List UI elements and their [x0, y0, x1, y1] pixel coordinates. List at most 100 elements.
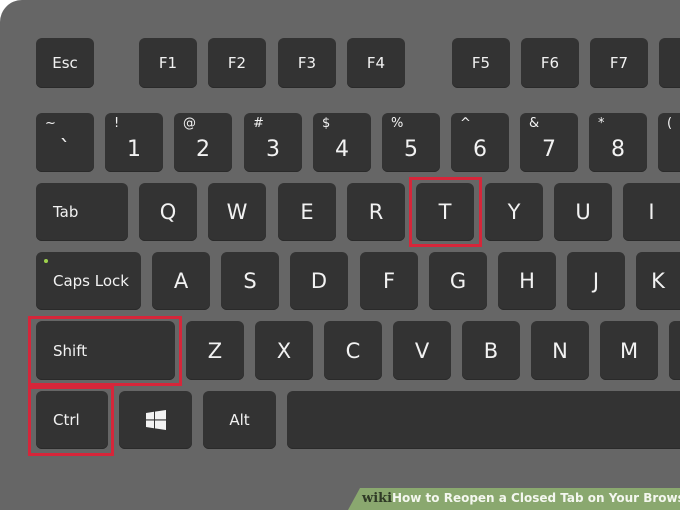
key-main-symbol: 6	[473, 137, 487, 162]
key-h[interactable]: H	[498, 252, 556, 310]
key-d[interactable]: D	[290, 252, 348, 310]
key-label: E	[300, 200, 314, 224]
key-8[interactable]: * 8	[589, 113, 647, 172]
key-main-symbol: 7	[542, 137, 556, 162]
key-partial[interactable]	[669, 321, 680, 380]
banner-title: How to Reopen a Closed Tab on Your Brows…	[392, 491, 680, 505]
key-label: Alt	[229, 411, 250, 429]
key-4[interactable]: $4	[313, 113, 371, 172]
key-s[interactable]: S	[221, 252, 279, 310]
key-label: G	[449, 269, 467, 293]
key-main-symbol: 5	[404, 137, 418, 162]
key-partial[interactable]: (	[658, 113, 680, 172]
key-label: F4	[366, 54, 386, 72]
key-label: F3	[297, 54, 317, 72]
key-label: B	[483, 338, 499, 363]
key-label: Y	[507, 200, 521, 224]
key-shift-symbol: @	[183, 116, 196, 131]
key-w[interactable]: W	[208, 183, 266, 241]
key-f1[interactable]: F1	[139, 38, 197, 88]
key-2[interactable]: @2	[174, 113, 232, 172]
key-v[interactable]: V	[393, 321, 451, 380]
key-shift-symbol: ~	[45, 116, 56, 131]
key-n[interactable]: N	[531, 321, 589, 380]
key-3[interactable]: #3	[244, 113, 302, 172]
key-shift-symbol: ^	[460, 116, 471, 131]
key-f5[interactable]: F5	[452, 38, 510, 88]
highlight-box-t	[409, 177, 482, 247]
key-g[interactable]: G	[429, 252, 487, 310]
key-label: F7	[609, 54, 629, 72]
caps-lock-led	[44, 259, 48, 263]
key-f4[interactable]: F4	[347, 38, 405, 88]
key-y[interactable]: Y	[485, 183, 543, 241]
key-label: Z	[207, 338, 223, 363]
key-label: Caps Lock	[53, 272, 129, 290]
key-windows[interactable]	[119, 391, 192, 449]
key-label: W	[226, 200, 248, 224]
key-`[interactable]: ~ `	[36, 113, 94, 172]
key-e[interactable]: E	[278, 183, 336, 241]
key-f6[interactable]: F6	[521, 38, 579, 88]
key-label: F6	[540, 54, 560, 72]
key-label: S	[243, 269, 257, 293]
key-main-symbol: 8	[611, 137, 625, 162]
key-f[interactable]: F	[360, 252, 418, 310]
key-q[interactable]: Q	[139, 183, 197, 241]
key-z[interactable]: Z	[186, 321, 244, 380]
key-label: U	[575, 200, 591, 224]
key-7[interactable]: & 7	[520, 113, 578, 172]
key-partial[interactable]	[659, 38, 680, 88]
highlight-box-shift	[28, 316, 182, 386]
key-x[interactable]: X	[255, 321, 313, 380]
key-j[interactable]: J	[567, 252, 625, 310]
key-label: F2	[227, 54, 247, 72]
key-label: K	[651, 269, 665, 293]
key-shift-symbol: !	[114, 116, 120, 131]
key-6[interactable]: ^ 6	[451, 113, 509, 172]
key-label: D	[310, 269, 328, 293]
key-label: F1	[158, 54, 178, 72]
key-main-symbol: 1	[127, 137, 141, 162]
key-k[interactable]: K	[636, 252, 680, 310]
key-label: F	[382, 269, 396, 293]
key-f7[interactable]: F7	[590, 38, 648, 88]
key-label: F5	[471, 54, 491, 72]
key-main-symbol: 3	[266, 137, 280, 162]
key-label: Q	[159, 200, 177, 224]
key-f3[interactable]: F3	[278, 38, 336, 88]
highlight-box-ctrl	[28, 386, 114, 456]
key-label: V	[414, 338, 430, 363]
key-shift-symbol: #	[253, 116, 264, 131]
key-label: C	[345, 338, 361, 363]
key-i[interactable]: I	[623, 183, 680, 241]
key-space[interactable]	[287, 391, 680, 449]
key-shift-symbol: *	[598, 116, 605, 131]
key-shift-symbol: $	[322, 116, 331, 131]
key-label: H	[519, 269, 535, 293]
key-b[interactable]: B	[462, 321, 520, 380]
key-alt[interactable]: Alt	[203, 391, 276, 449]
key-label: X	[276, 338, 292, 363]
key-main-symbol: 2	[196, 137, 210, 162]
key-a[interactable]: A	[152, 252, 210, 310]
key-label: I	[648, 200, 655, 224]
key-5[interactable]: % 5	[382, 113, 440, 172]
key-u[interactable]: U	[554, 183, 612, 241]
key-shift-symbol: &	[529, 116, 540, 131]
key-tab[interactable]: Tab	[36, 183, 128, 241]
wikihow-logo: wiki	[362, 491, 393, 506]
key-main-symbol: `	[59, 137, 71, 162]
key-caps-lock[interactable]: Caps Lock	[36, 252, 141, 310]
key-f2[interactable]: F2	[208, 38, 266, 88]
key-c[interactable]: C	[324, 321, 382, 380]
keyboard: Alt Ctrl M N B V C X Z Shift K J H G F D S A Caps Lock I U Y T…	[0, 0, 680, 510]
key-m[interactable]: M	[600, 321, 658, 380]
key-esc[interactable]: Esc	[36, 38, 94, 88]
key-label: Esc	[52, 54, 78, 72]
key-r[interactable]: R	[347, 183, 405, 241]
key-label: A	[173, 269, 189, 293]
key-1[interactable]: ! 1	[105, 113, 163, 172]
key-label: J	[592, 269, 600, 293]
wikihow-banner: wiki How to Reopen a Closed Tab on Your …	[348, 488, 680, 510]
